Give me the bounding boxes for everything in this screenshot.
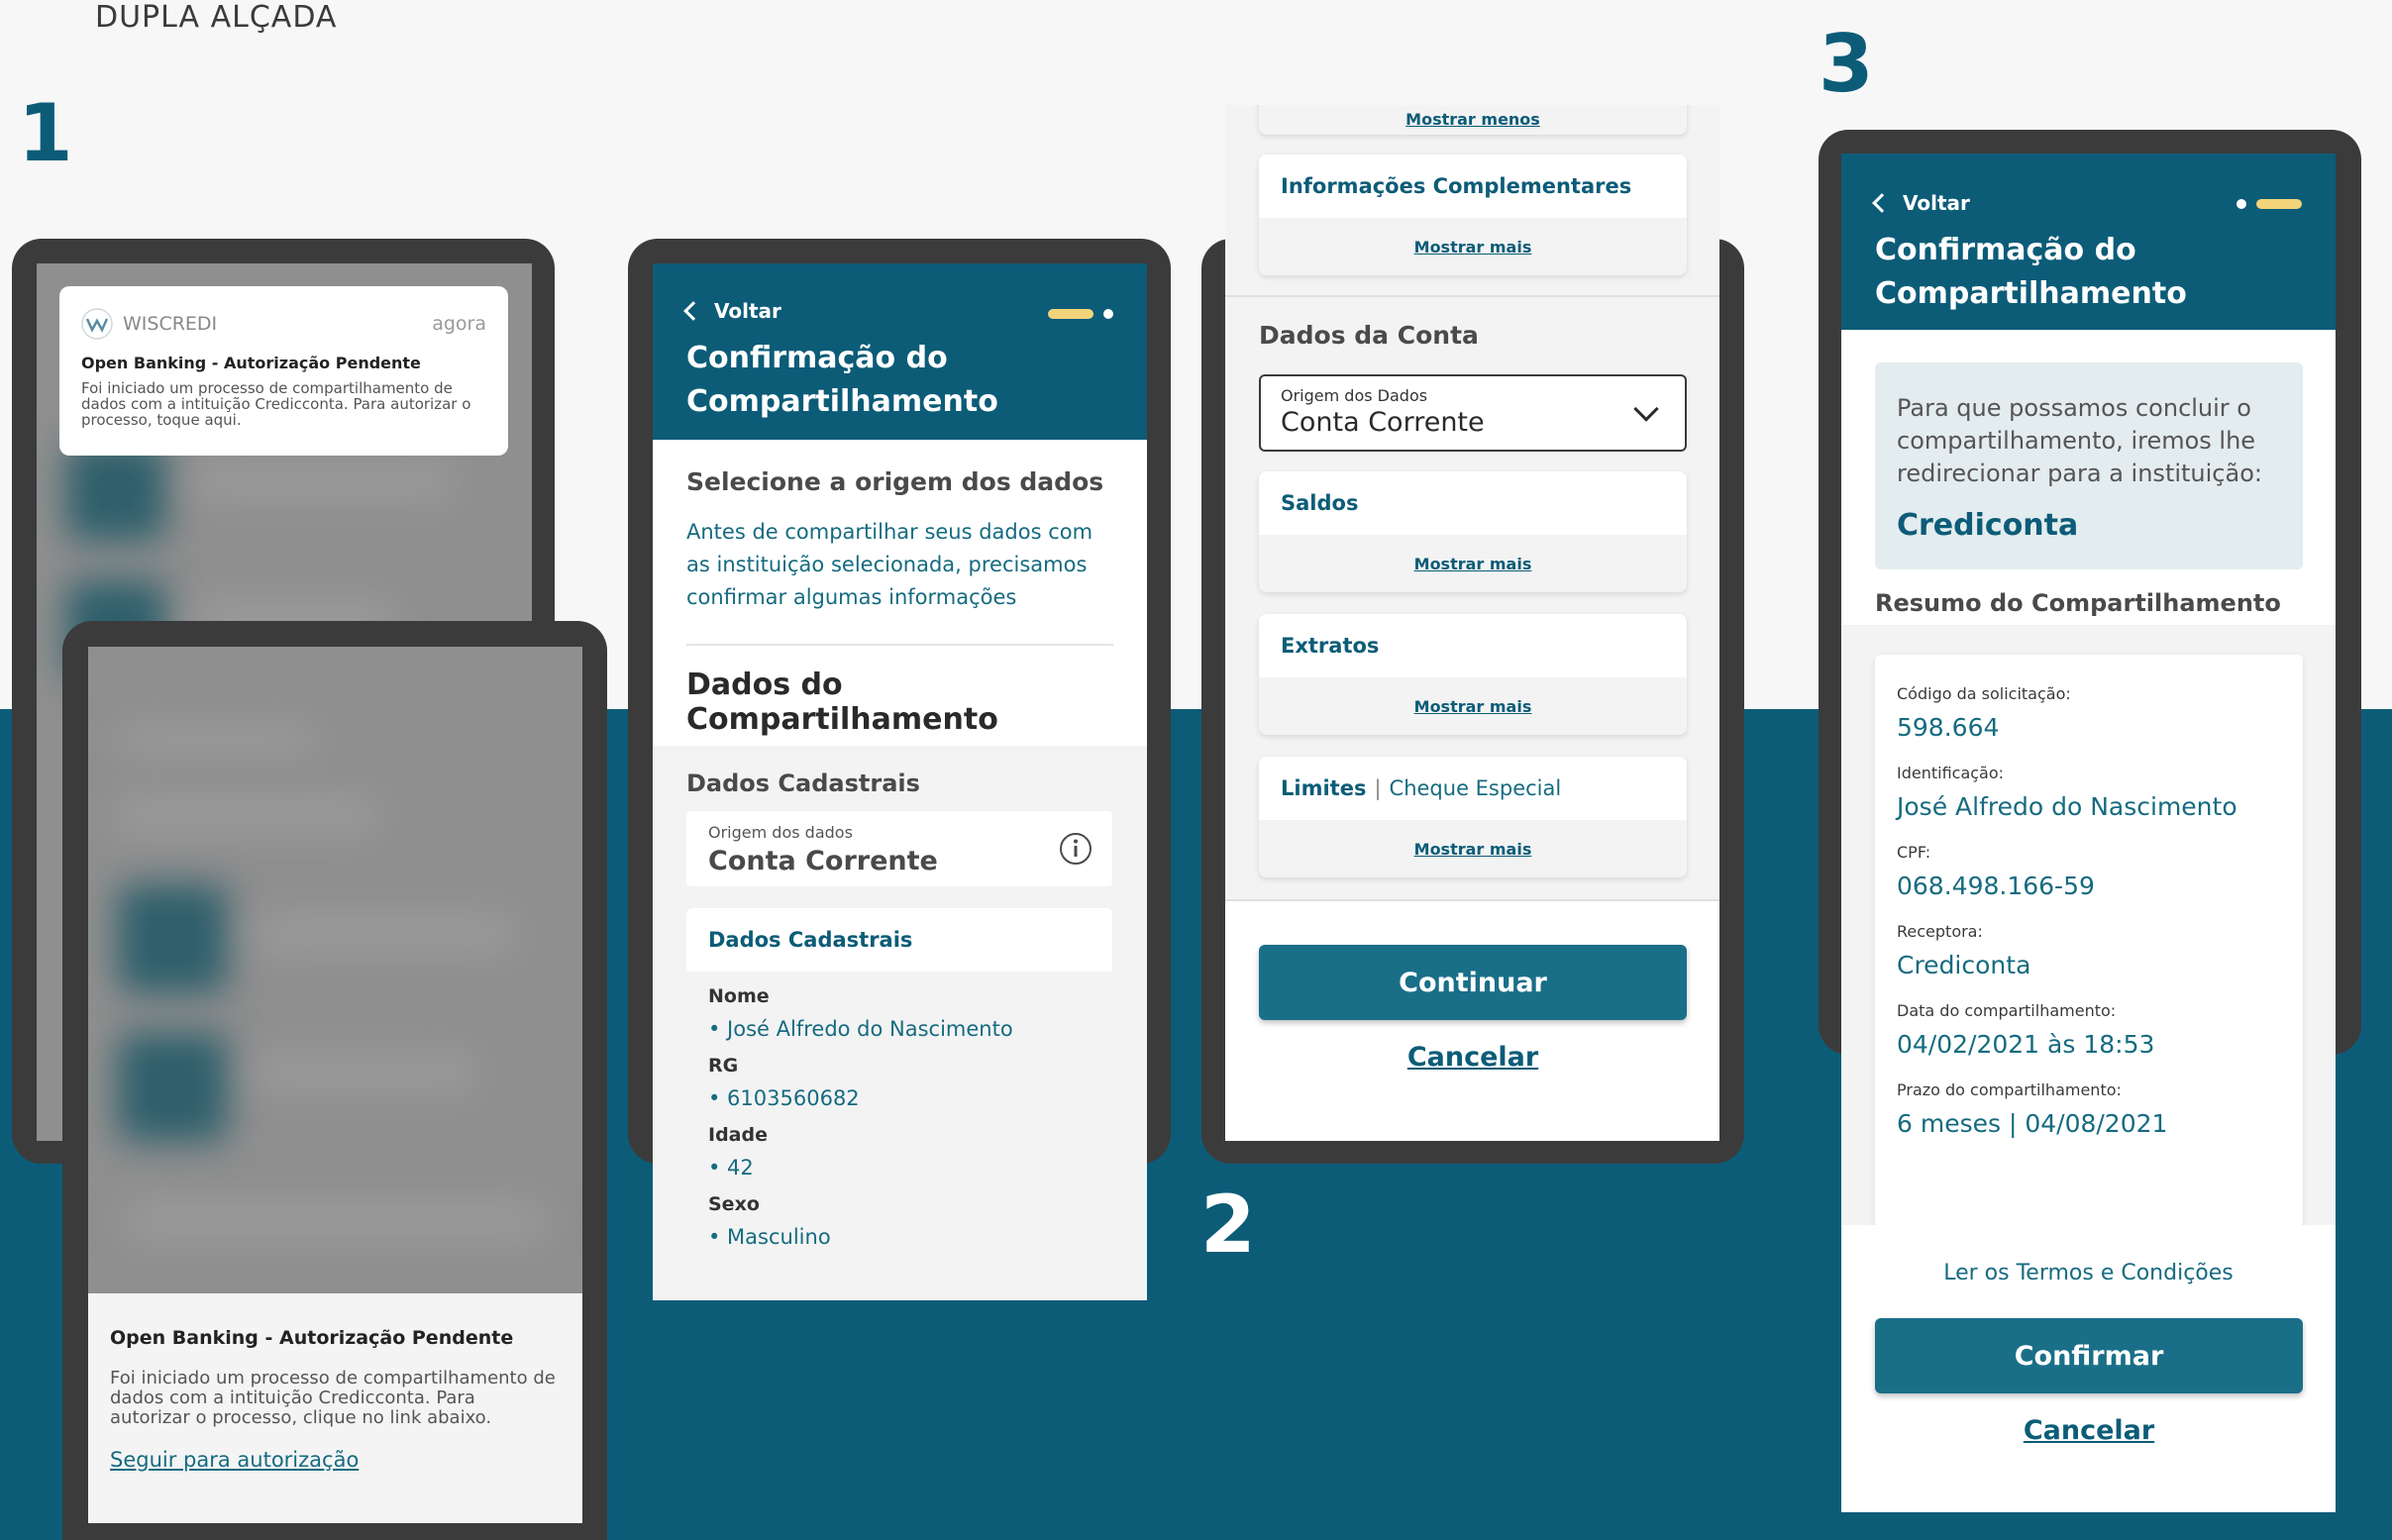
origin-field[interactable]: Origem dos dados Conta Corrente xyxy=(686,811,1112,886)
cancel-button[interactable]: Cancelar xyxy=(1259,1042,1687,1073)
cadastrais-fields: Nome • José Alfredo do Nascimento RG • 6… xyxy=(686,972,1112,1300)
intro-section: Selecione a origem dos dados Antes de co… xyxy=(653,440,1147,614)
wiscredi-logo-icon xyxy=(81,308,113,340)
header: Voltar Confirmação do Compartilhamento xyxy=(653,263,1147,440)
step-number-2: 2 xyxy=(1200,1179,1256,1271)
page-heading: Confirmação do Compartilhamento xyxy=(686,341,998,419)
card-informacoes: Informações Complementares Mostrar mais xyxy=(1259,154,1687,275)
notification-time: agora xyxy=(432,313,486,335)
action-area: Continuar Cancelar xyxy=(1225,899,1719,1141)
authorization-link[interactable]: Seguir para autorização xyxy=(110,1448,561,1472)
cadastrais-section: Dados Cadastrais Origem dos dados Conta … xyxy=(653,746,1147,1300)
card-previous: Mostrar menos xyxy=(1259,105,1687,135)
notification-body: Foi iniciado um processo de compartilham… xyxy=(81,379,471,429)
notification-app-name: WISCREDI xyxy=(123,313,218,335)
sheet-body: Foi iniciado um processo de compartilham… xyxy=(110,1368,556,1428)
screen-step3: Voltar Confirmação do Compartilhamento P… xyxy=(1841,154,2336,1512)
redirect-info-box: Para que possamos concluir o compartilha… xyxy=(1875,362,2303,569)
card-limites: Limites | Cheque Especial Mostrar mais xyxy=(1259,757,1687,877)
push-notification[interactable]: WISCREDI agora Open Banking - Autorizaçã… xyxy=(59,286,508,456)
show-more-link[interactable]: Mostrar mais xyxy=(1259,677,1687,735)
summary-value: Crediconta xyxy=(1897,951,2031,979)
step-number-3: 3 xyxy=(1819,18,1874,110)
action-area: Ler os Termos e Condições Confirmar Canc… xyxy=(1841,1225,2336,1512)
summary-label: Identificação: xyxy=(1897,764,2005,782)
redirect-info-text: Para que possamos concluir o compartilha… xyxy=(1897,394,2262,487)
screen-step2b: Mostrar menos Informações Complementares… xyxy=(1225,105,1719,1141)
data-heading: Dados do Compartilhamento xyxy=(686,667,998,737)
show-more-link[interactable]: Mostrar mais xyxy=(1259,820,1687,877)
cadastrais-heading: Dados Cadastrais xyxy=(686,770,920,797)
terms-link[interactable]: Ler os Termos e Condições xyxy=(1841,1261,2336,1285)
show-more-link[interactable]: Mostrar mais xyxy=(1259,535,1687,592)
header: Voltar Confirmação do Compartilhamento xyxy=(1841,154,2336,330)
chevron-left-icon xyxy=(1872,193,1892,213)
page-heading: Confirmação do Compartilhamento xyxy=(1875,233,2187,311)
card-limites-title: Limites | Cheque Especial xyxy=(1259,757,1687,820)
account-heading: Dados da Conta xyxy=(1259,321,1479,350)
field-value: • Masculino xyxy=(708,1225,831,1249)
field-value: • José Alfredo do Nascimento xyxy=(708,1017,1013,1041)
back-label: Voltar xyxy=(714,299,781,323)
page-title: DUPLA ALÇADA xyxy=(95,0,338,35)
field-value: • 6103560682 xyxy=(708,1086,860,1110)
summary-label: Prazo do compartilhamento: xyxy=(1897,1080,2122,1099)
cadastrais-card-title: Dados Cadastrais xyxy=(708,928,913,952)
field-label: Nome xyxy=(708,985,770,1007)
show-less-link[interactable]: Mostrar menos xyxy=(1259,105,1687,135)
confirm-button[interactable]: Confirmar xyxy=(1875,1318,2303,1393)
field-label: Idade xyxy=(708,1124,768,1146)
cancel-button[interactable]: Cancelar xyxy=(1875,1415,2303,1446)
card-informacoes-title: Informações Complementares xyxy=(1259,154,1687,218)
summary-value: 04/02/2021 às 18:53 xyxy=(1897,1030,2155,1059)
summary-value: 068.498.166-59 xyxy=(1897,872,2095,900)
blurred-app-screen xyxy=(88,647,582,1293)
field-label: Sexo xyxy=(708,1193,760,1215)
field-value: • 42 xyxy=(708,1156,754,1180)
card-extratos: Extratos Mostrar mais xyxy=(1259,614,1687,735)
info-icon[interactable] xyxy=(1059,832,1092,866)
summary-heading: Resumo do Compartilhamento xyxy=(1875,589,2281,617)
summary-label: Receptora: xyxy=(1897,922,1983,941)
notification-title: Open Banking - Autorização Pendente xyxy=(81,354,421,372)
summary-value: 6 meses | 04/08/2021 xyxy=(1897,1109,2168,1138)
summary-card: Código da solicitação: 598.664 Identific… xyxy=(1875,655,2303,1227)
card-saldos-title: Saldos xyxy=(1259,471,1687,535)
step-number-1: 1 xyxy=(18,87,73,179)
chevron-left-icon xyxy=(683,301,703,321)
authorization-sheet: Open Banking - Autorização Pendente Foi … xyxy=(88,1293,582,1523)
summary-value: 598.664 xyxy=(1897,713,2000,742)
progress-indicator xyxy=(2236,199,2302,209)
origin-select[interactable]: Origem dos Dados Conta Corrente xyxy=(1259,374,1687,452)
summary-label: Data do compartilhamento: xyxy=(1897,1001,2117,1020)
screen-step2a: Voltar Confirmação do Compartilhamento S… xyxy=(653,263,1147,1300)
summary-value: José Alfredo do Nascimento xyxy=(1897,792,2237,821)
sheet-title: Open Banking - Autorização Pendente xyxy=(110,1327,514,1349)
progress-indicator xyxy=(1048,309,1113,319)
continue-button[interactable]: Continuar xyxy=(1259,945,1687,1020)
card-saldos: Saldos Mostrar mais xyxy=(1259,471,1687,592)
card-extratos-title: Extratos xyxy=(1259,614,1687,677)
summary-label: Código da solicitação: xyxy=(1897,684,2071,703)
cadastrais-card: Dados Cadastrais Nome • José Alfredo do … xyxy=(686,908,1112,1300)
institution-name: Crediconta xyxy=(1897,508,2079,543)
select-origin-heading: Selecione a origem dos dados xyxy=(686,467,1104,496)
intro-text: Antes de compartilhar seus dados com as … xyxy=(686,520,1093,609)
field-label: RG xyxy=(708,1055,739,1077)
show-more-link[interactable]: Mostrar mais xyxy=(1259,218,1687,275)
summary-label: CPF: xyxy=(1897,843,1931,862)
back-label: Voltar xyxy=(1903,191,1970,215)
